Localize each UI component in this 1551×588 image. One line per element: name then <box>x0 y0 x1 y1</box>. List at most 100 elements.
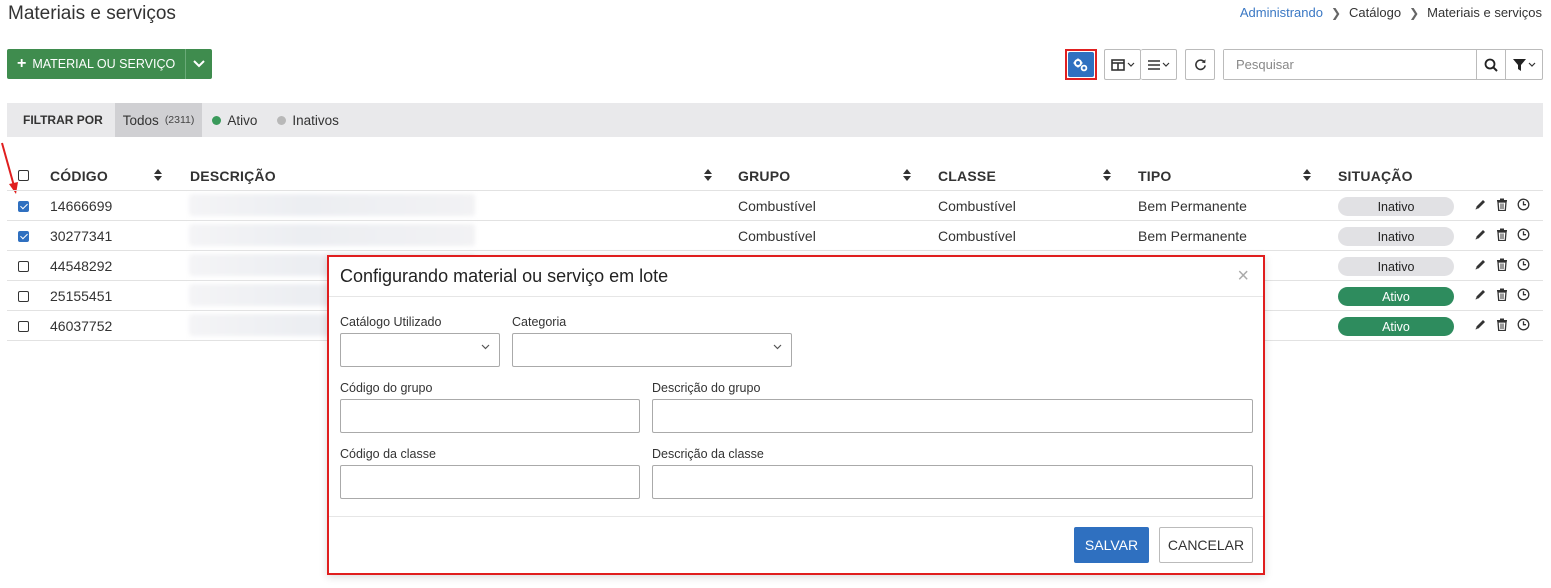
row-actions <box>1474 198 1530 211</box>
pencil-icon[interactable] <box>1474 318 1487 331</box>
filter-option-label: Inativos <box>292 112 339 128</box>
table-header: CÓDIGO DESCRIÇÃO GRUPO CLASSE TIPO SITUA… <box>7 160 1543 191</box>
trash-icon[interactable] <box>1496 288 1508 301</box>
breadcrumb-catalogo[interactable]: Catálogo <box>1349 5 1401 20</box>
cell-group: Combustível <box>738 228 816 244</box>
columns-toggle-button[interactable] <box>1104 49 1141 80</box>
status-badge: Inativo <box>1338 197 1454 216</box>
catalog-select[interactable] <box>340 333 500 367</box>
row-actions <box>1474 228 1530 241</box>
table-row[interactable]: 14666699 Combustível Combustível Bem Perman… <box>7 191 1543 221</box>
clock-icon[interactable] <box>1517 198 1530 211</box>
trash-icon[interactable] <box>1496 318 1508 331</box>
row-checkbox[interactable] <box>18 321 29 332</box>
row-checkbox[interactable] <box>18 231 29 242</box>
pencil-icon[interactable] <box>1474 198 1487 211</box>
trash-icon[interactable] <box>1496 198 1508 211</box>
cell-code: 30277341 <box>50 228 113 244</box>
add-material-button[interactable]: + MATERIAL OU SERVIÇO <box>7 49 187 79</box>
filter-option-todos[interactable]: Todos (2311) <box>114 103 203 137</box>
chevron-down-icon <box>481 344 490 350</box>
group-desc-textarea[interactable] <box>652 399 1253 433</box>
group-desc-label: Descrição do grupo <box>652 381 761 395</box>
class-desc-textarea[interactable] <box>652 465 1253 499</box>
sort-icon[interactable] <box>1103 169 1111 181</box>
sort-icon[interactable] <box>903 169 911 181</box>
save-button[interactable]: SALVAR <box>1074 527 1149 563</box>
cell-description-blurred <box>189 194 475 216</box>
search-box <box>1223 49 1543 80</box>
class-desc-label: Descrição da classe <box>652 447 764 461</box>
filter-bar: FILTRAR POR Todos (2311) Ativo Inativos <box>7 103 1543 137</box>
table-row[interactable]: 30277341 Combustível Combustível Bem Perman… <box>7 221 1543 251</box>
column-header-tipo[interactable]: TIPO <box>1138 168 1171 184</box>
add-material-split-button: + MATERIAL OU SERVIÇO <box>7 49 213 79</box>
clock-icon[interactable] <box>1517 318 1530 331</box>
cell-type: Bem Permanente <box>1138 198 1247 214</box>
column-header-classe[interactable]: CLASSE <box>938 168 996 184</box>
search-input[interactable] <box>1224 50 1476 79</box>
density-toggle-button[interactable] <box>1141 49 1177 80</box>
breadcrumb-current: Materiais e serviços <box>1427 5 1542 20</box>
chevron-right-icon: ❯ <box>1330 5 1342 20</box>
column-header-descricao[interactable]: DESCRIÇÃO <box>190 168 276 184</box>
cell-class: Combustível <box>938 228 1016 244</box>
group-code-label: Código do grupo <box>340 381 433 395</box>
select-all-checkbox[interactable] <box>18 170 29 181</box>
cell-code: 46037752 <box>50 318 113 334</box>
cell-code: 44548292 <box>50 258 113 274</box>
cancel-button[interactable]: CANCELAR <box>1159 527 1253 563</box>
clock-icon[interactable] <box>1517 258 1530 271</box>
search-button[interactable] <box>1476 50 1505 79</box>
chevron-down-icon <box>1127 62 1134 67</box>
filter-icon <box>1512 58 1526 71</box>
filter-option-ativo[interactable]: Ativo <box>202 103 267 137</box>
modal-header: Configurando material ou serviço em lote… <box>329 257 1263 297</box>
row-actions <box>1474 288 1530 301</box>
column-header-codigo[interactable]: CÓDIGO <box>50 168 108 184</box>
catalog-label: Catálogo Utilizado <box>340 315 442 329</box>
pencil-icon[interactable] <box>1474 228 1487 241</box>
sort-icon[interactable] <box>154 169 162 181</box>
trash-icon[interactable] <box>1496 258 1508 271</box>
chevron-down-icon <box>773 344 782 350</box>
row-actions <box>1474 258 1530 271</box>
column-header-situacao: SITUAÇÃO <box>1338 168 1413 184</box>
refresh-button[interactable] <box>1185 49 1215 80</box>
category-select[interactable] <box>512 333 792 367</box>
cell-description-blurred <box>189 224 475 246</box>
search-icon <box>1484 58 1498 72</box>
pencil-icon[interactable] <box>1474 258 1487 271</box>
modal-title: Configurando material ou serviço em lote <box>340 266 669 286</box>
close-icon[interactable]: × <box>1237 265 1249 288</box>
breadcrumb-administrando[interactable]: Administrando <box>1240 5 1323 20</box>
batch-config-button[interactable] <box>1065 49 1097 80</box>
row-checkbox[interactable] <box>18 261 29 272</box>
trash-icon[interactable] <box>1496 228 1508 241</box>
sort-icon[interactable] <box>1303 169 1311 181</box>
add-material-label: MATERIAL OU SERVIÇO <box>32 57 176 71</box>
gears-icon <box>1073 58 1088 71</box>
filter-option-inativos[interactable]: Inativos <box>267 103 349 137</box>
chevron-down-icon <box>1162 62 1169 67</box>
row-actions <box>1474 318 1530 331</box>
group-code-input[interactable] <box>340 399 640 433</box>
sort-icon[interactable] <box>704 169 712 181</box>
batch-config-modal: Configurando material ou serviço em lote… <box>327 255 1265 575</box>
filter-button[interactable] <box>1505 50 1542 79</box>
status-dot-icon <box>277 115 287 125</box>
clock-icon[interactable] <box>1517 228 1530 241</box>
class-code-label: Código da classe <box>340 447 436 461</box>
category-label: Categoria <box>512 315 567 329</box>
filter-count: (2311) <box>164 114 195 126</box>
row-checkbox[interactable] <box>18 201 29 212</box>
cell-class: Combustível <box>938 198 1016 214</box>
add-dropdown-toggle[interactable] <box>186 49 212 79</box>
cell-code: 14666699 <box>50 198 113 214</box>
class-code-input[interactable] <box>340 465 640 499</box>
clock-icon[interactable] <box>1517 288 1530 301</box>
modal-footer: SALVAR CANCELAR <box>329 516 1263 575</box>
pencil-icon[interactable] <box>1474 288 1487 301</box>
row-checkbox[interactable] <box>18 291 29 302</box>
column-header-grupo[interactable]: GRUPO <box>738 168 790 184</box>
